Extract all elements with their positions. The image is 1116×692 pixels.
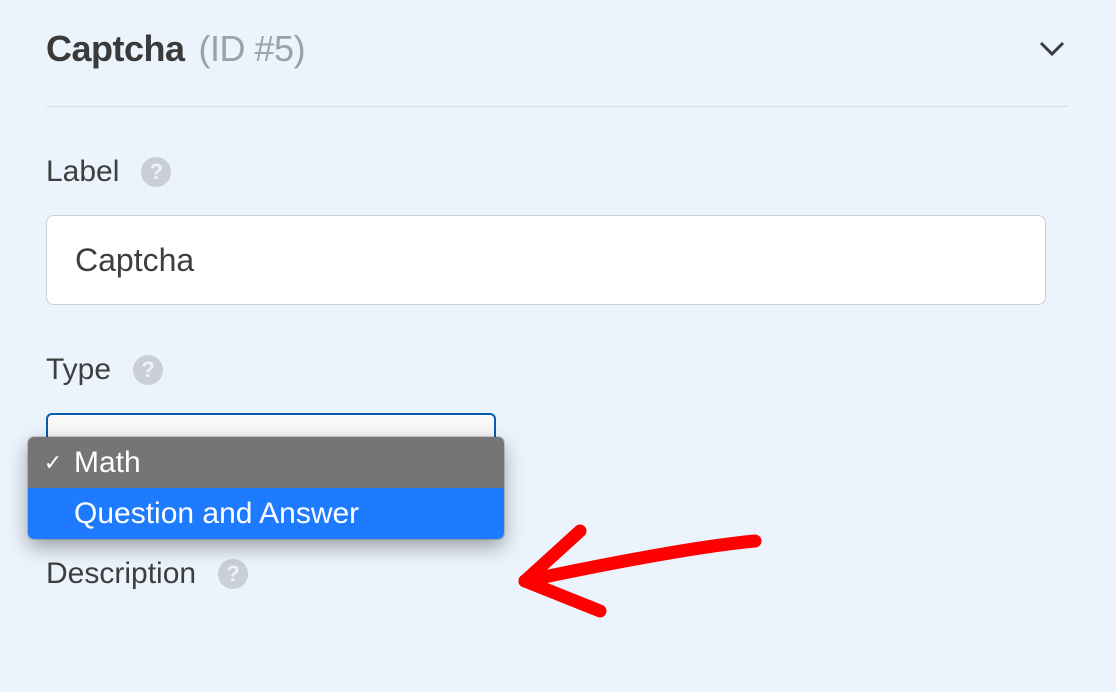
description-field-header: Description ? — [46, 557, 1068, 591]
field-id: (ID #5) — [199, 28, 306, 70]
chevron-down-icon[interactable] — [1036, 33, 1068, 65]
field-name: Captcha — [46, 28, 185, 70]
label-field-label: Label — [46, 155, 119, 189]
option-label: Math — [74, 446, 141, 480]
panel-header[interactable]: Captcha (ID #5) — [46, 28, 1068, 107]
help-icon[interactable]: ? — [141, 157, 171, 187]
field-settings-panel: Captcha (ID #5) Label ? Type ? ✓ Math — [0, 0, 1116, 591]
type-select-wrap: ✓ Math Question and Answer — [46, 413, 496, 473]
label-field-block: Label ? — [46, 155, 1068, 305]
check-icon: ✓ — [42, 450, 64, 476]
option-label: Question and Answer — [74, 497, 359, 531]
description-field-block: Description ? — [46, 557, 1068, 591]
type-field-header: Type ? — [46, 353, 1068, 387]
panel-title: Captcha (ID #5) — [46, 28, 305, 70]
type-option-question-and-answer[interactable]: Question and Answer — [28, 488, 504, 539]
type-option-math[interactable]: ✓ Math — [28, 437, 504, 488]
label-input[interactable] — [46, 215, 1046, 305]
description-field-label: Description — [46, 557, 196, 591]
type-dropdown: ✓ Math Question and Answer — [28, 437, 504, 539]
help-icon[interactable]: ? — [133, 355, 163, 385]
label-field-header: Label ? — [46, 155, 1068, 189]
type-field-label: Type — [46, 353, 111, 387]
help-icon[interactable]: ? — [218, 559, 248, 589]
type-field-block: Type ? ✓ Math Question and Answer — [46, 353, 1068, 473]
